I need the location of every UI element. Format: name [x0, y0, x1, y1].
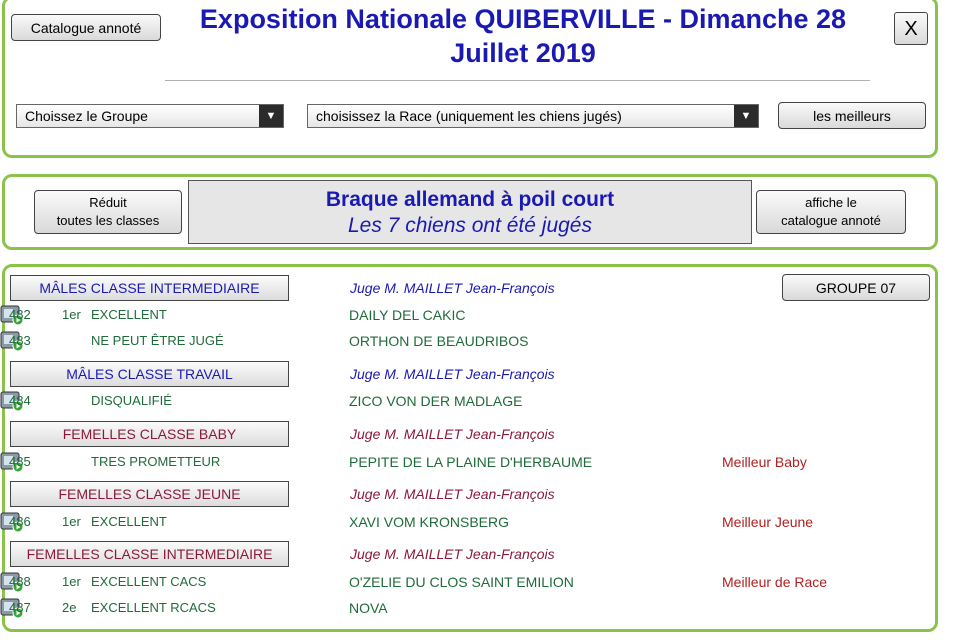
dog-name: NOVA [349, 600, 388, 616]
dog-number: 488 [9, 574, 31, 589]
race-select[interactable]: choisissez la Race (uniquement les chien… [307, 104, 759, 128]
group-07-button[interactable]: GROUPE 07 [782, 274, 930, 301]
dog-number: 484 [9, 393, 31, 408]
class-header[interactable]: FEMELLES CLASSE BABY [10, 421, 289, 447]
dog-qualification: EXCELLENT [91, 307, 167, 322]
table-row: 488 1er EXCELLENT CACS O'ZELIE DU CLOS S… [0, 571, 940, 593]
show-catalogue-button[interactable]: affiche le catalogue annoté [756, 190, 906, 234]
reduce-classes-button[interactable]: Réduit toutes les classes [34, 190, 182, 234]
dog-qualification: EXCELLENT CACS [91, 574, 207, 589]
dog-number: 483 [9, 333, 31, 348]
dog-number: 485 [9, 454, 31, 469]
group-select-value: Choissez le Groupe [25, 108, 148, 124]
catalogue-annote-button[interactable]: Catalogue annoté [11, 14, 161, 41]
dog-name: PEPITE DE LA PLAINE D'HERBAUME [349, 454, 593, 470]
judge-name: Juge M. MAILLET Jean-François [350, 546, 555, 562]
table-row: 484 DISQUALIFIÉ ZICO VON DER MADLAGE [0, 390, 940, 412]
class-header[interactable]: FEMELLES CLASSE JEUNE [10, 481, 289, 507]
dog-name: ORTHON DE BEAUDRIBOS [349, 333, 529, 349]
dropdown-arrow-icon[interactable]: ▼ [259, 105, 283, 127]
race-select-value: choisissez la Race (uniquement les chien… [316, 108, 622, 124]
dog-qualification: TRES PROMETTEUR [91, 454, 221, 469]
dog-qualification: EXCELLENT [91, 514, 167, 529]
breed-name: Braque allemand à poil court [325, 188, 615, 211]
dog-award: Meilleur Jeune [722, 514, 814, 530]
dog-name: ZICO VON DER MADLAGE [349, 393, 523, 409]
judge-name: Juge M. MAILLET Jean-François [350, 426, 555, 442]
dog-name: XAVI VOM KRONSBERG [349, 514, 509, 530]
breed-status: Les 7 chiens ont été jugés [347, 214, 592, 237]
dog-name: DAILY DEL CAKIC [349, 307, 466, 323]
judge-name: Juge M. MAILLET Jean-François [350, 280, 555, 296]
header-divider [165, 80, 870, 81]
dog-award: Meilleur Baby [722, 454, 807, 470]
class-header[interactable]: MÂLES CLASSE INTERMEDIAIRE [10, 275, 289, 301]
judge-name: Juge M. MAILLET Jean-François [350, 486, 555, 502]
group-select[interactable]: Choissez le Groupe ▼ [16, 104, 284, 128]
table-row: 482 1er EXCELLENT DAILY DEL CAKIC [0, 304, 940, 326]
table-row: 487 2e EXCELLENT RCACS NOVA [0, 597, 940, 619]
dog-qualification: EXCELLENT RCACS [91, 600, 216, 615]
dog-qualification: NE PEUT ÊTRE JUGÉ [91, 333, 224, 348]
breed-box: Braque allemand à poil court Les 7 chien… [188, 180, 752, 244]
dog-name: O'ZELIE DU CLOS SAINT EMILION [349, 574, 574, 590]
dropdown-arrow-icon[interactable]: ▼ [734, 105, 758, 127]
judge-name: Juge M. MAILLET Jean-François [350, 366, 555, 382]
dog-place: 1er [62, 307, 81, 322]
dog-place: 1er [62, 574, 81, 589]
reduce-button-line1: Réduit [89, 195, 127, 210]
table-row: 486 1er EXCELLENT XAVI VOM KRONSBERG Mei… [0, 511, 940, 533]
dog-number: 482 [9, 307, 31, 322]
dog-place: 1er [62, 514, 81, 529]
table-row: 485 TRES PROMETTEUR PEPITE DE LA PLAINE … [0, 451, 940, 473]
dog-number: 486 [9, 514, 31, 529]
class-header[interactable]: FEMELLES CLASSE INTERMEDIAIRE [10, 541, 289, 567]
reduce-button-line2: toutes les classes [56, 213, 160, 228]
table-row: 483 NE PEUT ÊTRE JUGÉ ORTHON DE BEAUDRIB… [0, 330, 940, 352]
class-header[interactable]: MÂLES CLASSE TRAVAIL [10, 361, 289, 387]
dog-place: 2e [62, 600, 77, 615]
show-catalogue-line2: catalogue annoté [781, 213, 881, 228]
dog-qualification: DISQUALIFIÉ [91, 393, 172, 408]
best-button[interactable]: les meilleurs [778, 102, 926, 129]
close-button[interactable]: X [894, 12, 928, 45]
show-catalogue-line1: affiche le [805, 195, 857, 210]
dog-award: Meilleur de Race [722, 574, 828, 590]
page-title: Exposition Nationale QUIBERVILLE - Diman… [199, 4, 847, 68]
dog-number: 487 [9, 600, 31, 615]
